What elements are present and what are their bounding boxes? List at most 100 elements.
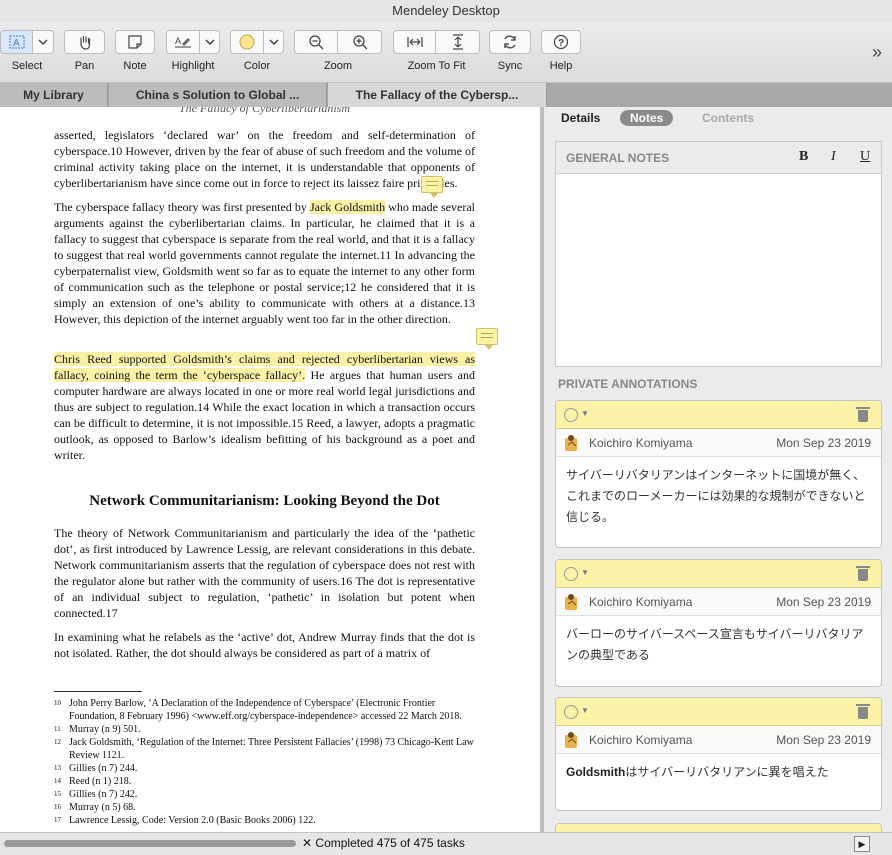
paragraph: The theory of Network Communitarianism a… (54, 526, 475, 620)
status-text: ✕ Completed 475 of 475 tasks (302, 836, 465, 850)
annotation-author: Koichiro Komiyama (589, 436, 693, 450)
chevron-down-icon[interactable] (264, 30, 284, 54)
footnote: 17 Lawrence Lessig, Code: Version 2.0 (Ba… (54, 815, 316, 826)
toggle-panel-icon[interactable]: ▶ (854, 836, 870, 852)
pan-tool[interactable]: Pan (64, 30, 105, 72)
bold-button[interactable]: B (799, 149, 808, 165)
annotation-text[interactable]: バーローのサイバースペース宣言もサイバーリバタリアンの典型である (556, 616, 881, 674)
help-label: Help (549, 60, 573, 72)
svg-text:A: A (13, 38, 20, 49)
tab-document-fallacy[interactable]: The Fallacy of the Cybersp... (328, 83, 547, 107)
general-notes-header: GENERAL NOTES B I U (556, 142, 881, 174)
avatar (565, 732, 577, 748)
running-header: The Fallacy of Cyberlibertarianism (179, 107, 350, 115)
pdf-viewer[interactable]: The Fallacy of Cyberlibertarianism asser… (0, 107, 540, 832)
zoom-to-fit-tool[interactable]: Zoom To Fit (393, 30, 480, 72)
chevron-down-icon[interactable] (200, 30, 220, 54)
avatar (565, 435, 577, 451)
close-icon[interactable]: ✕ (302, 836, 312, 850)
chevron-down-icon[interactable]: ▼ (581, 409, 589, 418)
footnote: 10 John Perry Barlow, ‘A Declaration of t… (54, 698, 462, 722)
help-tool[interactable]: ? Help (541, 30, 581, 72)
sticky-note-icon[interactable] (476, 328, 498, 350)
note-label: Note (123, 60, 147, 72)
annotation-color-icon[interactable] (564, 705, 578, 719)
chevron-down-icon[interactable]: ▼ (581, 568, 589, 577)
section-heading: Network Communitarianism: Looking Beyond… (89, 493, 440, 509)
fit-height-icon[interactable] (436, 30, 480, 54)
tab-notes[interactable]: Notes (620, 110, 674, 126)
annotation-meta: Koichiro Komiyama Mon Sep 23 2019 (556, 429, 881, 457)
zoom-out-icon[interactable] (294, 30, 338, 54)
annotation-card[interactable]: ▼ Koichiro Komiyama Mon Sep 23 2019 バーロー… (555, 559, 882, 687)
footnote-divider (54, 691, 142, 692)
highlight-label: Highlight (171, 60, 215, 72)
side-tabs: Details Notes Contents (544, 107, 892, 129)
tab-details[interactable]: Details (561, 110, 600, 126)
help-icon[interactable]: ? (541, 30, 581, 54)
annotation-card[interactable] (555, 823, 882, 832)
svg-text:?: ? (558, 38, 564, 49)
zoom-label: Zoom (323, 60, 353, 72)
paragraph: Chris Reed supported Goldsmith’s claims … (54, 352, 475, 462)
annotation-header (556, 824, 881, 832)
toolbar: A Select Pan Note A Highlight Color Zoom… (0, 22, 892, 83)
general-notes-editor[interactable]: GENERAL NOTES B I U (555, 141, 882, 367)
color-label: Color (243, 60, 271, 72)
sticky-note-icon[interactable] (421, 176, 443, 198)
window-title: Mendeley Desktop (0, 0, 892, 22)
status-bar: ✕ Completed 475 of 475 tasks ▶ (0, 832, 892, 855)
fit-width-icon[interactable] (393, 30, 436, 54)
pan-label: Pan (74, 60, 95, 72)
annotation-date: Mon Sep 23 2019 (776, 733, 871, 747)
tab-document-china[interactable]: China s Solution to Global ... (109, 83, 327, 107)
sync-icon[interactable] (489, 30, 531, 54)
chevron-down-icon[interactable]: ▼ (581, 706, 589, 715)
private-annotations-title: PRIVATE ANNOTATIONS (558, 377, 698, 391)
footnote: 15 Gillies (n 7) 242. (54, 789, 138, 800)
annotation-color-icon[interactable] (564, 408, 578, 422)
tab-contents[interactable]: Contents (702, 110, 754, 126)
annotation-card[interactable]: ▼ Koichiro Komiyama Mon Sep 23 2019 Gold… (555, 697, 882, 811)
select-label: Select (11, 60, 43, 72)
sync-tool[interactable]: Sync (489, 30, 531, 72)
zoom-in-icon[interactable] (338, 30, 382, 54)
highlight-icon[interactable]: A (166, 30, 200, 54)
annotation-header: ▼ (556, 560, 881, 588)
highlight[interactable]: Jack Goldsmith (309, 200, 386, 214)
annotation-meta: Koichiro Komiyama Mon Sep 23 2019 (556, 588, 881, 616)
footnote: 13 Gillies (n 7) 244. (54, 763, 138, 774)
trash-icon[interactable] (856, 704, 870, 719)
footnote: 14 Reed (n 1) 218. (54, 776, 132, 787)
side-panel: Details Notes Contents GENERAL NOTES B I… (544, 107, 892, 832)
annotation-meta: Koichiro Komiyama Mon Sep 23 2019 (556, 726, 881, 754)
footnote: 16 Murray (n 5) 68. (54, 802, 136, 813)
color-tool[interactable]: Color (230, 30, 284, 72)
footnote: 12 Jack Goldsmith, ‘Regulation of the Int… (54, 737, 474, 761)
select-tool[interactable]: A Select (0, 30, 54, 72)
annotation-header: ▼ (556, 698, 881, 726)
avatar (565, 594, 577, 610)
paragraph: asserted, legislators ‘declared war’ on … (54, 128, 475, 190)
annotation-text[interactable]: サイバーリバタリアンはインターネットに国境が無く、これまでのローメーカーには効果… (556, 457, 881, 536)
note-icon[interactable] (115, 30, 155, 54)
chevron-down-icon[interactable] (33, 30, 54, 54)
trash-icon[interactable] (856, 407, 870, 422)
select-text-icon[interactable]: A (0, 30, 33, 54)
highlight-tool[interactable]: A Highlight (166, 30, 220, 72)
trash-icon[interactable] (856, 566, 870, 581)
zoom-tool[interactable]: Zoom (294, 30, 382, 72)
hand-icon[interactable] (64, 30, 105, 54)
annotation-card[interactable]: ▼ Koichiro Komiyama Mon Sep 23 2019 サイバー… (555, 400, 882, 548)
italic-button[interactable]: I (831, 149, 836, 165)
note-tool[interactable]: Note (115, 30, 155, 72)
underline-button[interactable]: U (860, 149, 870, 165)
toolbar-overflow-icon[interactable]: » (872, 42, 882, 63)
sync-label: Sync (497, 60, 523, 72)
annotation-text[interactable]: Goldsmithはサイバーリバタリアンに異を唱えた (556, 754, 881, 791)
color-swatch-icon[interactable] (230, 30, 264, 54)
annotation-author: Koichiro Komiyama (589, 733, 693, 747)
tab-my-library[interactable]: My Library (0, 83, 108, 107)
annotation-color-icon[interactable] (564, 567, 578, 581)
annotation-date: Mon Sep 23 2019 (776, 595, 871, 609)
